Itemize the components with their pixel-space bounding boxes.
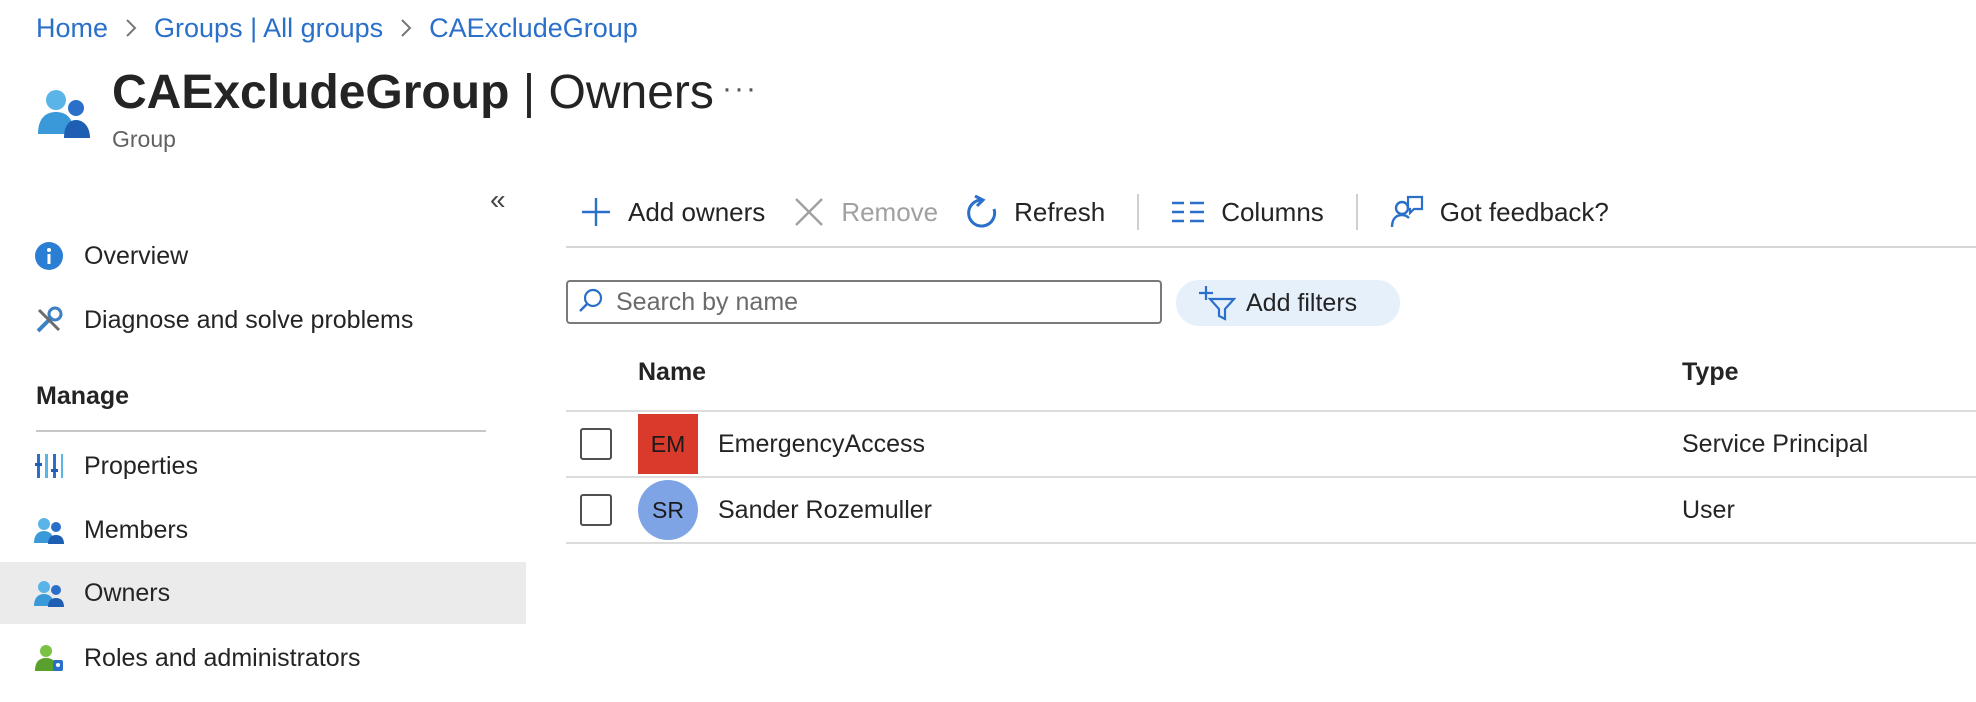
roles-icon <box>32 641 66 675</box>
search-icon <box>578 287 604 318</box>
owner-name[interactable]: Sander Rozemuller <box>718 496 932 525</box>
add-filters-label: Add filters <box>1246 288 1358 317</box>
feedback-icon <box>1390 195 1423 228</box>
collapse-sidebar-button[interactable]: « <box>490 184 506 216</box>
chevron-right-icon <box>399 18 413 38</box>
sidebar-item-label: Owners <box>84 578 171 607</box>
row-checkbox[interactable] <box>580 494 612 526</box>
row-checkbox[interactable] <box>580 428 612 460</box>
page-title-group: CAExcludeGroup <box>112 66 510 119</box>
page-title-section: | Owners <box>509 66 714 119</box>
sidebar-item-label: Roles and administrators <box>84 643 361 672</box>
owners-icon <box>32 576 66 610</box>
remove-label: Remove <box>841 196 939 227</box>
plus-icon <box>582 198 610 226</box>
more-options-button[interactable]: ··· <box>722 72 758 106</box>
owner-name[interactable]: EmergencyAccess <box>718 430 925 459</box>
column-header-type[interactable]: Type <box>1682 358 1739 387</box>
add-filters-button[interactable]: Add filters <box>1176 280 1400 326</box>
row-divider <box>566 476 1976 478</box>
sidebar-item-roles[interactable]: Roles and administrators <box>0 628 526 688</box>
group-icon <box>34 82 94 142</box>
breadcrumb-all-groups[interactable]: Groups | All groups <box>154 13 383 44</box>
columns-icon <box>1172 201 1205 223</box>
filter-add-icon <box>1199 286 1236 321</box>
chevron-right-icon <box>124 18 138 38</box>
feedback-button[interactable]: Got feedback? <box>1376 195 1623 229</box>
sidebar-item-label: Properties <box>84 451 198 480</box>
section-divider <box>36 430 486 432</box>
columns-button[interactable]: Columns <box>1157 197 1338 228</box>
sidebar-item-overview[interactable]: Overview <box>0 226 526 286</box>
properties-icon <box>32 449 66 483</box>
remove-button[interactable]: Remove <box>779 196 952 228</box>
table-row[interactable]: EM EmergencyAccess Service Principal <box>566 413 1976 477</box>
wrench-icon <box>32 303 66 337</box>
owner-type: Service Principal <box>1682 430 1869 458</box>
info-icon <box>32 239 66 273</box>
refresh-label: Refresh <box>1014 196 1106 227</box>
feedback-label: Got feedback? <box>1439 196 1609 227</box>
sidebar-item-label: Diagnose and solve problems <box>84 305 414 334</box>
column-header-name[interactable]: Name <box>638 358 706 387</box>
search-input[interactable]: Search by name <box>566 280 1162 324</box>
table-header-divider <box>566 410 1976 412</box>
manage-section-heading: Manage <box>36 382 130 410</box>
search-placeholder: Search by name <box>616 287 799 316</box>
breadcrumb-home[interactable]: Home <box>36 13 108 44</box>
breadcrumb: Home Groups | All groups CAExcludeGroup <box>36 8 638 48</box>
avatar: SR <box>638 480 698 540</box>
page-subtitle: Group <box>112 126 176 152</box>
close-icon <box>795 198 824 226</box>
breadcrumb-group[interactable]: CAExcludeGroup <box>429 13 638 44</box>
sidebar-item-label: Members <box>84 515 189 544</box>
sidebar-item-diagnose[interactable]: Diagnose and solve problems <box>0 290 526 350</box>
sidebar-item-label: Overview <box>84 241 189 270</box>
add-owners-label: Add owners <box>628 196 766 227</box>
refresh-button[interactable]: Refresh <box>952 195 1119 229</box>
add-owners-button[interactable]: Add owners <box>566 196 779 228</box>
columns-label: Columns <box>1221 196 1324 227</box>
sidebar-item-owners[interactable]: Owners <box>0 562 526 624</box>
table-row[interactable]: SR Sander Rozemuller User <box>566 479 1976 543</box>
page-title: CAExcludeGroup | Owners <box>112 62 714 124</box>
members-icon <box>32 513 66 547</box>
sidebar-item-members[interactable]: Members <box>0 500 526 560</box>
owner-type: User <box>1682 496 1735 524</box>
sidebar-item-properties[interactable]: Properties <box>0 436 526 496</box>
toolbar-divider-line <box>566 246 1976 248</box>
avatar: EM <box>638 414 698 474</box>
toolbar-divider <box>1137 194 1140 230</box>
toolbar-divider <box>1355 194 1358 230</box>
row-divider <box>566 542 1976 544</box>
refresh-icon <box>967 195 997 228</box>
command-bar: Add owners Remove Refresh Columns Got fe… <box>566 186 1623 238</box>
